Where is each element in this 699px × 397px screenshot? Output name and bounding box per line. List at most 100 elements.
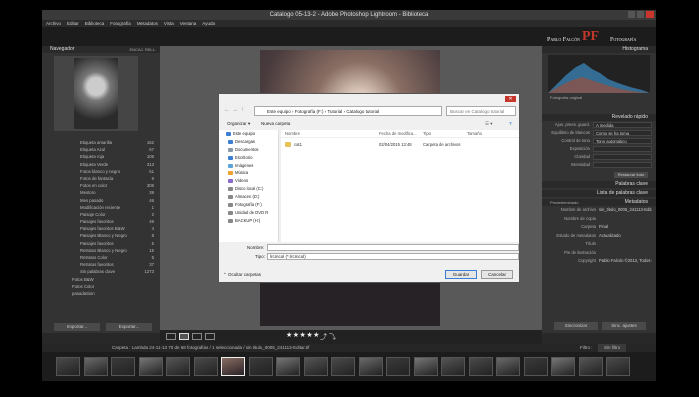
tree-item[interactable]: Este equipo xyxy=(219,130,278,138)
collection-item[interactable]: Etiqueta Azul 67 xyxy=(42,146,160,153)
filename-input[interactable] xyxy=(267,244,519,251)
loupe-view-button[interactable] xyxy=(179,333,189,340)
histogram-header[interactable]: Histograma xyxy=(542,46,656,53)
collection-item[interactable]: Mestoro 39 xyxy=(42,189,160,196)
help-icon[interactable]: ? xyxy=(509,119,512,128)
save-button[interactable]: Guardar xyxy=(445,270,477,279)
qd-value[interactable] xyxy=(593,154,652,160)
keyword-list-header[interactable]: Lista de palabras clave xyxy=(542,190,656,197)
new-folder-button[interactable]: Nueva carpeta xyxy=(261,119,290,128)
menu-biblioteca[interactable]: Biblioteca xyxy=(85,20,105,27)
import-button[interactable]: Importar... xyxy=(54,323,100,331)
filmstrip-thumbnail[interactable] xyxy=(386,357,410,376)
crumb-4[interactable]: Catalogo tutorial xyxy=(346,109,379,114)
collection-item[interactable]: pasadaSion xyxy=(42,290,160,297)
nav-fill-option[interactable]: RELL. xyxy=(145,47,156,52)
filmstrip-thumbnail[interactable] xyxy=(56,357,80,376)
col-name[interactable]: Nombre xyxy=(285,130,300,138)
collection-item[interactable]: Etiqueta Verde 313 xyxy=(42,161,160,168)
grid-view-button[interactable] xyxy=(166,333,176,340)
menu-metadatos[interactable]: Metadatos xyxy=(137,20,158,27)
keywords-header[interactable]: Palabras clave xyxy=(542,181,656,188)
navigator-header[interactable]: Navegador ENCAJ. RELL. xyxy=(42,46,160,53)
filmstrip-thumbnail[interactable] xyxy=(441,357,465,376)
filmstrip-source[interactable]: Carpeta : Lambda 24-11-13 70 de 68 fotog… xyxy=(112,344,309,352)
meta-value[interactable] xyxy=(599,215,652,224)
tree-item[interactable]: Vídeos xyxy=(219,177,278,185)
navigator-preview[interactable] xyxy=(54,56,138,131)
qd-value[interactable]: Tono automático xyxy=(593,138,652,144)
crumb-2[interactable]: Fotografía (F:) xyxy=(295,109,324,114)
filmstrip-thumbnail[interactable] xyxy=(358,357,383,376)
filmstrip-thumbnail[interactable] xyxy=(413,357,438,376)
rotate-icons[interactable]: ⤴ ⤵ xyxy=(320,332,336,342)
tree-item[interactable]: Escritorio xyxy=(219,154,278,162)
sync-settings-button[interactable]: Sinc. ajustes xyxy=(602,322,646,330)
col-date[interactable]: Fecha de modifica... xyxy=(379,130,417,138)
filter-select[interactable]: Sin filtro xyxy=(598,344,627,352)
filmstrip-thumbnail[interactable] xyxy=(166,357,190,376)
forward-icon[interactable]: → xyxy=(232,107,238,113)
collection-item[interactable]: Retratos Blanco y Negro 15 xyxy=(42,247,160,254)
qd-value[interactable]: Como se ha toma xyxy=(593,130,652,136)
star-rating[interactable]: ★★★★★ xyxy=(286,331,320,339)
crumb-1[interactable]: Este equipo xyxy=(267,109,291,114)
menu-ventana[interactable]: Ventana xyxy=(180,20,197,27)
sync-button[interactable]: Sincronizar xyxy=(554,322,598,330)
tree-item[interactable]: Almacen (D:) xyxy=(219,193,278,201)
collection-item[interactable]: Retratos favoritos 37 xyxy=(42,261,160,268)
back-icon[interactable]: ← xyxy=(224,107,230,113)
collection-item[interactable]: Paisajes favoritos 46 xyxy=(42,218,160,225)
compare-view-button[interactable] xyxy=(192,333,202,340)
search-input[interactable]: Buscar en Catalogo tutorial xyxy=(446,106,516,116)
tree-item[interactable]: Música xyxy=(219,169,278,177)
filmstrip-thumbnail[interactable] xyxy=(578,357,603,376)
filmstrip-thumbnail[interactable] xyxy=(111,357,135,376)
col-size[interactable]: Tamaño xyxy=(467,130,482,138)
address-bar[interactable]: Este equipo › Fotografía (F:) › Tutorial… xyxy=(254,106,442,116)
qd-value[interactable]: A medida xyxy=(593,122,652,128)
collection-item[interactable]: Fotos en color 306 xyxy=(42,182,160,189)
filmstrip-thumbnail[interactable] xyxy=(496,357,520,376)
collection-item[interactable]: Paisajes favoritos B&W 4 xyxy=(42,225,160,232)
dialog-close-button[interactable]: ✕ xyxy=(505,96,516,102)
collection-item[interactable]: Fotos de fantasía 6 xyxy=(42,175,160,182)
tree-item[interactable]: Fotografía (F:) xyxy=(219,201,278,209)
collection-item[interactable]: Fotos B&W xyxy=(42,276,160,283)
filmstrip-thumbnail[interactable] xyxy=(606,357,630,376)
file-row[interactable]: cat1 02/04/2015 13:48 Carpeta de archivo… xyxy=(281,140,519,149)
menu-ayuda[interactable]: Ayuda xyxy=(202,20,215,27)
collection-item[interactable]: Fotos blanco y negro 61 xyxy=(42,168,160,175)
menu-archivo[interactable]: Archivo xyxy=(46,20,61,27)
survey-view-button[interactable] xyxy=(205,333,215,340)
collection-item[interactable]: Paisaje Color 2 xyxy=(42,211,160,218)
filmstrip-thumbnail[interactable] xyxy=(83,357,108,376)
close-window-button[interactable] xyxy=(646,11,654,18)
menu-vista[interactable]: Vista xyxy=(164,20,174,27)
tree-item[interactable]: Descargas xyxy=(219,138,278,146)
minimize-button[interactable] xyxy=(628,11,635,18)
filmstrip-thumbnail[interactable] xyxy=(303,357,328,376)
collection-item[interactable]: Paisajes favoritos 5 xyxy=(42,240,160,247)
meta-value[interactable] xyxy=(599,240,652,249)
meta-value[interactable] xyxy=(599,249,652,258)
filmstrip-thumbnail[interactable] xyxy=(331,357,355,376)
collection-item[interactable]: Sin palabras clave 1273 xyxy=(42,268,160,275)
filmstrip-thumbnail[interactable] xyxy=(551,357,575,376)
crumb-3[interactable]: Tutorial xyxy=(327,109,342,114)
filmstrip-thumbnail[interactable] xyxy=(138,357,163,376)
menu-fotografia[interactable]: Fotografía xyxy=(110,20,131,27)
qd-value[interactable] xyxy=(593,162,652,168)
filmstrip-thumbnail[interactable] xyxy=(193,357,218,376)
meta-value[interactable]: sin_titulo_0005_241113-Editar.tif xyxy=(599,206,652,215)
menu-editar[interactable]: Editar xyxy=(67,20,79,27)
collection-item[interactable]: Modificación reciente 1 xyxy=(42,204,160,211)
organize-menu[interactable]: Organizar ▾ xyxy=(227,119,250,128)
export-button[interactable]: Exportar... xyxy=(106,323,152,331)
collection-item[interactable]: Etiqueta roja 106 xyxy=(42,153,160,160)
collection-item[interactable]: Etiqueta amarilla 152 xyxy=(42,139,160,146)
filmstrip-thumbnail[interactable] xyxy=(523,357,548,376)
nav-fit-option[interactable]: ENCAJ. xyxy=(130,47,144,52)
meta-value[interactable]: Actualizado xyxy=(599,232,652,241)
collection-item[interactable]: Fotos Color xyxy=(42,283,160,290)
